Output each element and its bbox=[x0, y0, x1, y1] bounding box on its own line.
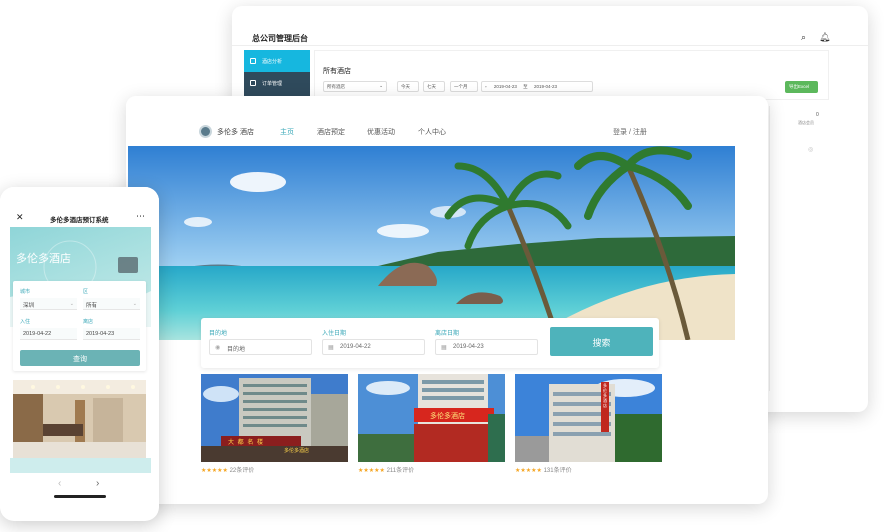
chevron-down-icon: ⌄ bbox=[69, 301, 74, 307]
star-rating: ★★★★★ bbox=[358, 468, 385, 474]
bell-icon[interactable]: 🔔︎ bbox=[819, 32, 830, 43]
star-rating: ★★★★★ bbox=[201, 468, 228, 474]
lobby-illustration bbox=[13, 380, 146, 458]
sidebar-item-orders[interactable]: 订单管理 bbox=[244, 72, 310, 94]
login-register-link[interactable]: 登录 / 注册 bbox=[613, 127, 647, 137]
nav-hotel-booking[interactable]: 酒店预定 bbox=[317, 127, 345, 137]
range-month-button[interactable]: 一个月 bbox=[450, 81, 478, 92]
hotel-website-window: 多伦多 酒店 主页 酒店预定 优惠活动 个人中心 登录 / 注册 目的地 ◉ 目… bbox=[126, 96, 768, 504]
section-title: 所有酒店 bbox=[323, 68, 351, 75]
city-select[interactable]: 深圳 ⌄ bbox=[20, 298, 77, 310]
star-rating: ★★★★★ bbox=[515, 468, 542, 474]
rating-row: ★★★★★ 131条评价 bbox=[515, 465, 572, 474]
stat-label: 酒店会员 bbox=[798, 120, 814, 125]
brand-logo[interactable] bbox=[199, 125, 212, 138]
checkin-date-input[interactable]: 2019-04-22 bbox=[20, 328, 77, 340]
checkin-label: 入住日期 bbox=[322, 331, 347, 337]
top-navigation: 多伦多 酒店 主页 酒店预定 优惠活动 个人中心 登录 / 注册 bbox=[126, 96, 768, 146]
mobile-header: ✕ 多伦多酒店预订系统 ⋯ bbox=[0, 187, 159, 227]
hotel-select[interactable]: 所有酒店 ⌄ bbox=[323, 81, 387, 92]
hotel-sign: 多伦多酒店 bbox=[430, 413, 465, 420]
chevron-down-icon: ⌄ bbox=[379, 83, 383, 88]
hotel-sign-vertical: 多伦多酒店 bbox=[603, 383, 607, 408]
rating-row: ★★★★★ 211条评价 bbox=[358, 465, 414, 474]
beach-illustration bbox=[128, 146, 735, 340]
nav-home[interactable]: 主页 bbox=[280, 127, 294, 137]
admin-filter-panel: 所有酒店 所有酒店 ⌄ 今天 七天 一个月 ▫ 2019-04-23 至 2019… bbox=[314, 50, 829, 100]
hotel-card[interactable]: 多伦多酒店 ★★★★★ 131条评价 bbox=[515, 374, 662, 484]
rating-row: ★★★★★ 22条评价 bbox=[201, 465, 254, 474]
chevron-down-icon: ⌄ bbox=[132, 301, 137, 307]
search-button[interactable]: 搜索 bbox=[550, 327, 653, 356]
checkin-date-input[interactable]: ▦ 2019-04-22 bbox=[322, 339, 425, 355]
hotel-building-3 bbox=[515, 374, 662, 462]
date-range-picker[interactable]: ▫ 2019-04-23 至 2019-04-23 bbox=[481, 81, 593, 92]
chart-icon bbox=[250, 58, 256, 64]
mobile-search-form: 城市 深圳 ⌄ 区 所有 ⌄ 入住 2019-04-22 离店 2019-04-23… bbox=[13, 281, 146, 371]
checkout-label: 离店 bbox=[83, 319, 94, 325]
hero-beach-banner bbox=[128, 146, 735, 340]
hotel-photo: 大 都 名 楼 多伦多酒店 bbox=[201, 374, 348, 462]
hotel-lobby-photo bbox=[13, 380, 146, 458]
nav-user-center[interactable]: 个人中心 bbox=[418, 127, 446, 137]
checkout-date-input[interactable]: ▦ 2019-04-23 bbox=[435, 339, 538, 355]
destination-label: 目的地 bbox=[209, 331, 228, 337]
chevron-left-icon[interactable]: ‹ bbox=[58, 478, 61, 489]
review-count: 22条评价 bbox=[229, 468, 255, 474]
hotel-card[interactable]: 大 都 名 楼 多伦多酒店 ★★★★★ 22条评价 bbox=[201, 374, 348, 484]
home-indicator bbox=[54, 495, 106, 498]
sidebar-item-hotel-analysis[interactable]: 酒店分析 bbox=[244, 50, 310, 72]
export-excel-button[interactable]: 导出Excel bbox=[785, 81, 818, 93]
close-icon[interactable]: ✕ bbox=[16, 212, 24, 223]
hotel-sign: 大 都 名 楼 bbox=[228, 440, 265, 446]
nav-promotions[interactable]: 优惠活动 bbox=[367, 127, 395, 137]
review-count: 211条评价 bbox=[386, 468, 415, 474]
calendar-icon: ▦ bbox=[441, 345, 447, 351]
calendar-icon: ▫ bbox=[485, 84, 487, 89]
hotel-sign: 多伦多酒店 bbox=[284, 448, 310, 454]
list-icon bbox=[250, 80, 256, 86]
mobile-carousel-strip bbox=[10, 458, 151, 474]
search-icon[interactable]: ⌕ bbox=[801, 32, 806, 43]
mobile-hero-text: 多伦多酒店 bbox=[16, 253, 71, 265]
search-panel: 目的地 ◉ 目的地 入住日期 ▦ 2019-04-22 离店日期 ▦ 2019-… bbox=[201, 318, 659, 368]
stat-value: 0 bbox=[816, 112, 819, 118]
city-label: 城市 bbox=[20, 289, 31, 295]
hotel-photo: 多伦多酒店 bbox=[515, 374, 662, 462]
calendar-icon: ▦ bbox=[328, 345, 334, 351]
admin-header: 总公司管理后台 ⌕ 🔔︎ bbox=[232, 6, 868, 46]
mobile-title: 多伦多酒店预订系统 bbox=[50, 217, 109, 224]
eye-icon[interactable]: ◎ bbox=[808, 146, 813, 153]
admin-stats-column bbox=[769, 106, 829, 391]
query-button[interactable]: 查询 bbox=[20, 350, 140, 366]
hotel-photo: 多伦多酒店 bbox=[358, 374, 505, 462]
area-select[interactable]: 所有 ⌄ bbox=[83, 298, 140, 310]
checkout-label: 离店日期 bbox=[435, 331, 460, 337]
hotel-card-list: 大 都 名 楼 多伦多酒店 ★★★★★ 22条评价 多伦多酒店 ★★★★★ 21… bbox=[201, 374, 736, 496]
location-icon: ◉ bbox=[215, 345, 221, 351]
chevron-right-icon[interactable]: › bbox=[96, 478, 99, 489]
area-label: 区 bbox=[83, 289, 89, 295]
checkin-label: 入住 bbox=[20, 319, 31, 325]
range-week-button[interactable]: 七天 bbox=[423, 81, 445, 92]
mobile-app-window: ✕ 多伦多酒店预订系统 ⋯ 多伦多酒店 城市 深圳 ⌄ 区 所有 ⌄ 入住 2019… bbox=[0, 187, 159, 521]
destination-input[interactable]: ◉ 目的地 bbox=[209, 339, 312, 355]
hotel-card[interactable]: 多伦多酒店 ★★★★★ 211条评价 bbox=[358, 374, 505, 484]
admin-title: 总公司管理后台 bbox=[252, 34, 308, 43]
checkout-date-input[interactable]: 2019-04-23 bbox=[83, 328, 140, 340]
more-icon[interactable]: ⋯ bbox=[136, 211, 145, 222]
hotel-building-1 bbox=[201, 374, 348, 462]
review-count: 131条评价 bbox=[543, 468, 572, 474]
brand-name[interactable]: 多伦多 酒店 bbox=[217, 127, 254, 137]
range-today-button[interactable]: 今天 bbox=[397, 81, 419, 92]
